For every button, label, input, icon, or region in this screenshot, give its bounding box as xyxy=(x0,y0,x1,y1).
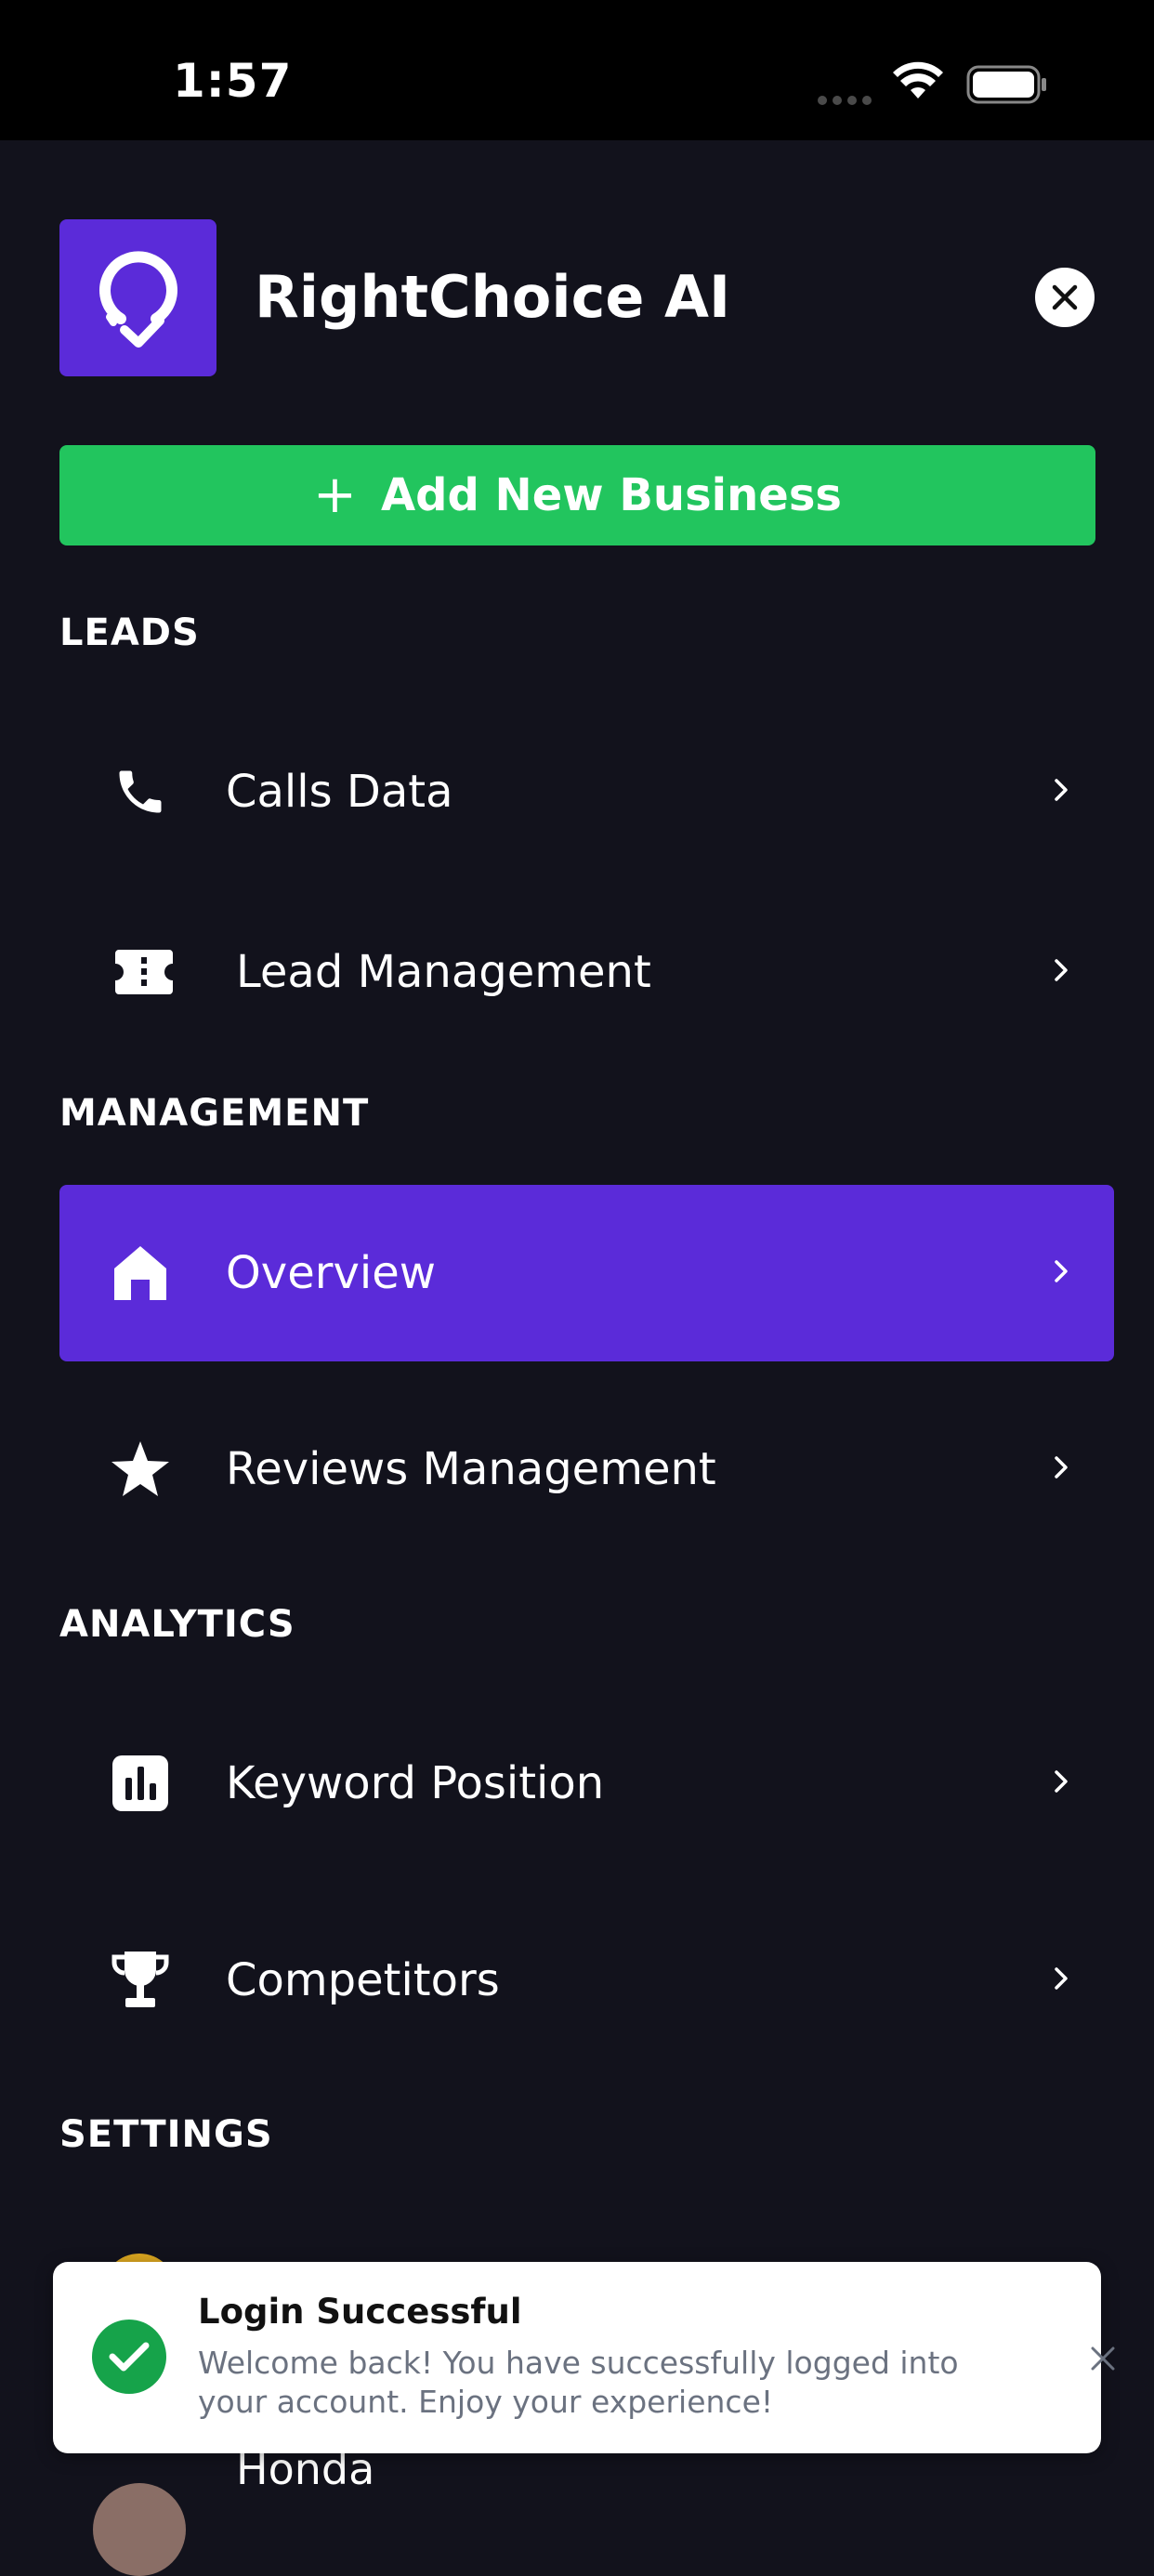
trophy-icon xyxy=(108,1948,173,2013)
close-drawer-button[interactable] xyxy=(1035,268,1095,327)
menu-item-calls-data[interactable]: Calls Data xyxy=(59,703,1114,880)
wifi-icon xyxy=(892,61,944,106)
check-circle-icon xyxy=(92,2320,166,2394)
close-icon xyxy=(1052,284,1078,310)
menu-item-label: Lead Management xyxy=(236,946,651,998)
map-pin-check-icon xyxy=(98,250,177,348)
phone-icon xyxy=(108,759,173,824)
ticket-icon xyxy=(111,940,177,1005)
chevron-right-icon xyxy=(1052,956,1070,988)
plus-icon: + xyxy=(313,465,357,525)
toast-close-button[interactable] xyxy=(1084,2340,1121,2377)
section-analytics: ANALYTICS xyxy=(59,1603,295,1646)
cellular-signal-icon xyxy=(818,91,877,109)
battery-icon xyxy=(966,65,1048,108)
chevron-right-icon xyxy=(1052,776,1070,808)
menu-item-label: Reviews Management xyxy=(226,1443,716,1495)
add-new-business-label: Add New Business xyxy=(380,469,842,521)
star-icon xyxy=(108,1437,173,1502)
status-time: 1:57 xyxy=(173,54,293,108)
menu-item-competitors[interactable]: Competitors xyxy=(59,1892,1114,2069)
chevron-right-icon xyxy=(1052,1768,1070,1799)
app-title: RightChoice AI xyxy=(255,263,731,331)
status-bar: 1:57 xyxy=(0,0,1154,140)
toast-title: Login Successful xyxy=(198,2292,522,2332)
add-new-business-button[interactable]: + Add New Business xyxy=(59,445,1095,545)
login-success-toast: Login Successful Welcome back! You have … xyxy=(53,2262,1115,2453)
menu-item-overview[interactable]: Overview xyxy=(59,1185,1114,1361)
menu-item-keyword-position[interactable]: Keyword Position xyxy=(59,1695,1114,1872)
app-logo xyxy=(59,219,216,376)
menu-item-label: Competitors xyxy=(226,1954,500,2006)
menu-item-label: Calls Data xyxy=(226,766,453,818)
close-icon xyxy=(1091,2346,1115,2371)
menu-item-label: Overview xyxy=(226,1247,436,1299)
toast-message: Welcome back! You have successfully logg… xyxy=(198,2345,959,2420)
section-settings: SETTINGS xyxy=(59,2113,273,2156)
section-management: MANAGEMENT xyxy=(59,1092,370,1135)
chevron-right-icon xyxy=(1052,1257,1070,1289)
menu-item-lead-management[interactable]: Lead Management xyxy=(59,884,1114,1060)
chevron-right-icon xyxy=(1052,1453,1070,1485)
menu-item-label: Keyword Position xyxy=(226,1757,605,1809)
chevron-right-icon xyxy=(1052,1965,1070,1996)
section-leads: LEADS xyxy=(59,611,200,654)
business-avatar xyxy=(93,2483,186,2576)
bar-chart-icon xyxy=(108,1751,173,1816)
home-icon xyxy=(108,1241,173,1306)
menu-item-reviews-management[interactable]: Reviews Management xyxy=(59,1381,1114,1557)
